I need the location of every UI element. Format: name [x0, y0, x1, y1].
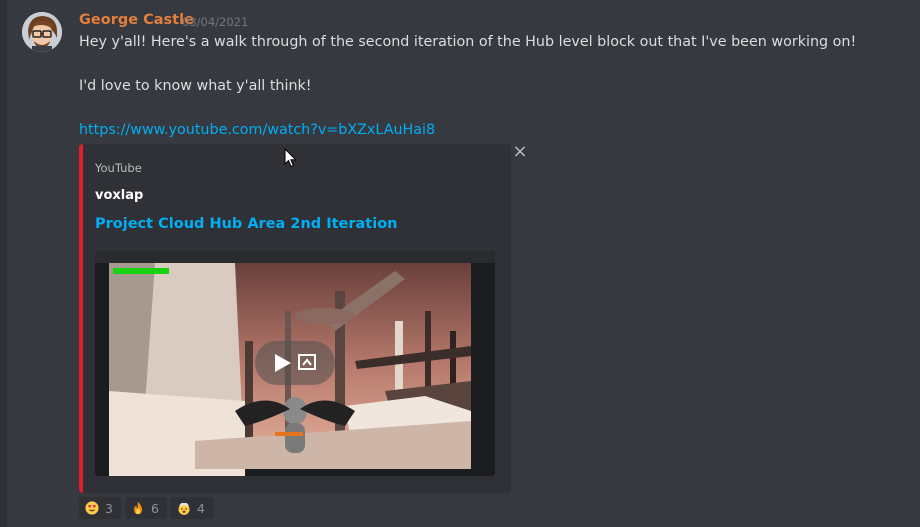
- timestamp: 03/04/2021: [182, 15, 249, 29]
- reaction-fire[interactable]: 6: [125, 497, 167, 519]
- fire-emoji-icon: [134, 501, 143, 515]
- avatar-image: [22, 12, 62, 52]
- chat-message: George Castle 03/04/2021 Hey y'all! Here…: [0, 0, 920, 527]
- embed-accent-bar: [79, 144, 83, 493]
- video-frame: [95, 251, 495, 476]
- avatar[interactable]: [22, 12, 62, 52]
- message-line-1: Hey y'all! Here's a walk through of the …: [79, 34, 857, 50]
- embed-author[interactable]: voxlap: [95, 188, 143, 203]
- reaction-count: 6: [151, 500, 159, 516]
- message-line-2: I'd love to know what y'all think!: [79, 78, 312, 94]
- heart-eyes-emoji-icon: [85, 501, 99, 515]
- username[interactable]: George Castle: [79, 12, 194, 28]
- reaction-count: 3: [105, 500, 113, 516]
- embed-title[interactable]: Project Cloud Hub Area 2nd Iteration: [95, 216, 398, 232]
- embed-provider[interactable]: YouTube: [95, 161, 142, 175]
- reaction-count: 4: [197, 500, 205, 516]
- video-thumbnail[interactable]: [95, 251, 495, 476]
- reaction-exploding-head[interactable]: 4: [171, 497, 213, 519]
- message-link[interactable]: https://www.youtube.com/watch?v=bXZxLAuH…: [79, 122, 435, 138]
- close-embed-icon[interactable]: ×: [511, 143, 529, 161]
- mouse-cursor-icon: [284, 148, 298, 168]
- youtube-embed: YouTube voxlap Project Cloud Hub Area 2n…: [79, 144, 511, 493]
- reaction-heart-eyes[interactable]: 3: [79, 497, 121, 519]
- exploding-head-emoji-icon: [178, 502, 190, 515]
